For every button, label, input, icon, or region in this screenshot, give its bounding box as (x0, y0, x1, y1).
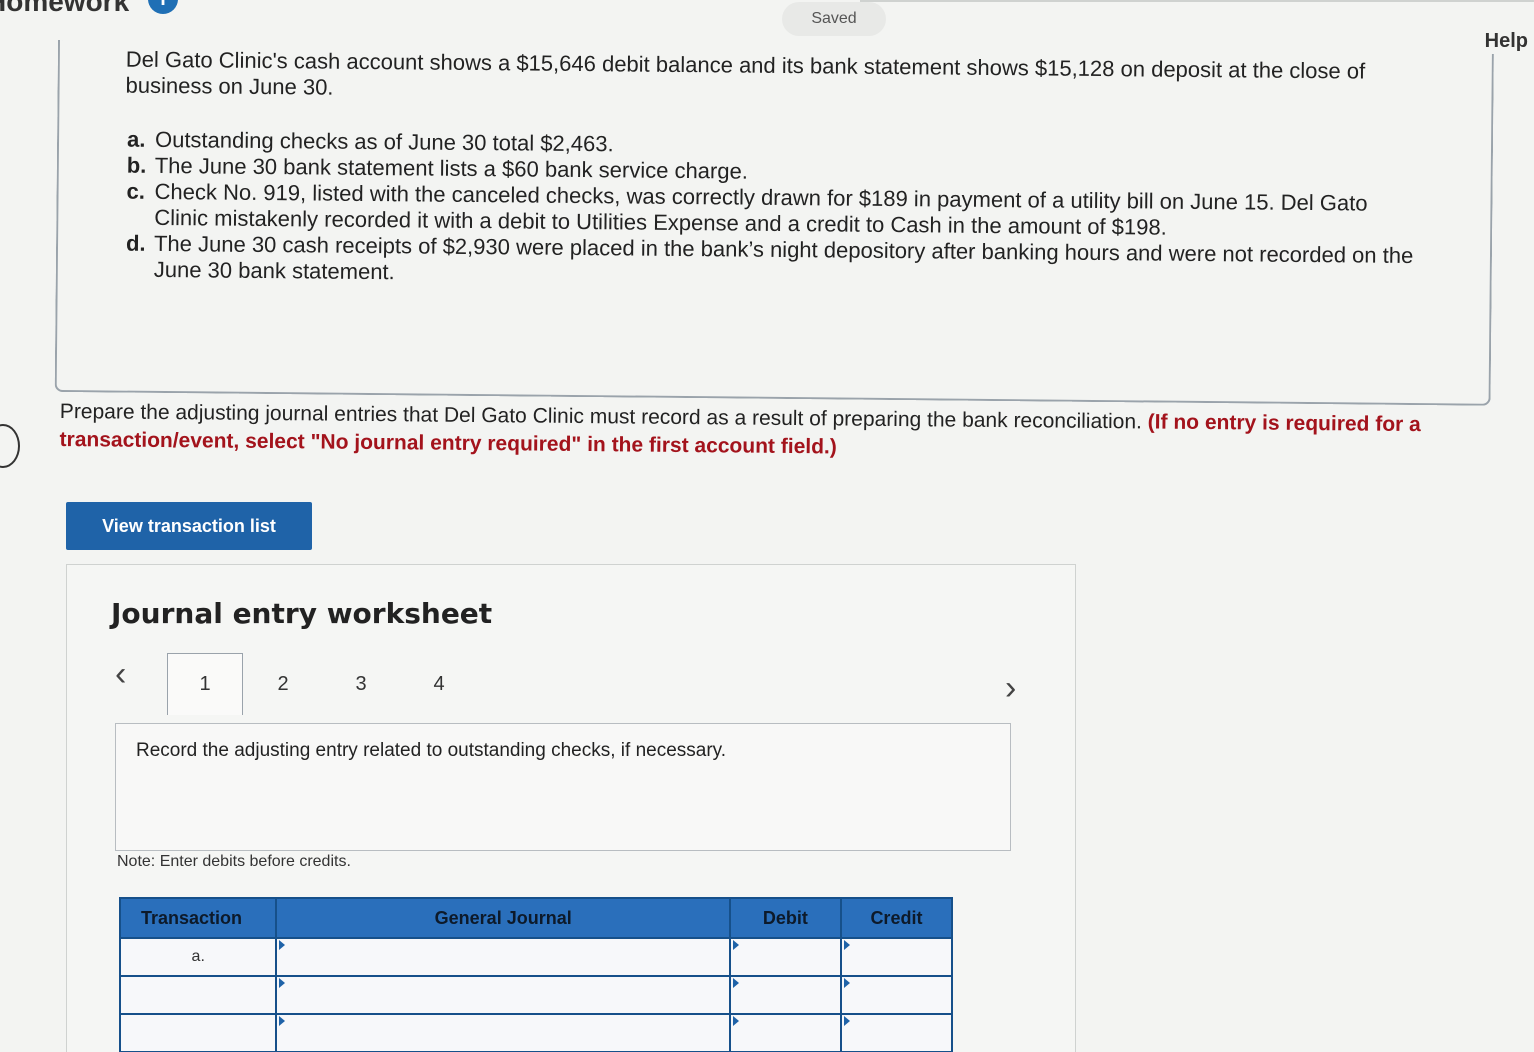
top-divider (860, 0, 1534, 2)
credit-input[interactable] (841, 1015, 951, 1051)
dropdown-caret-icon (279, 1016, 286, 1026)
credit-cell[interactable] (839, 1013, 954, 1052)
saved-status: Saved (782, 2, 886, 36)
problem-text: Del Gato Clinic's cash account shows a $… (124, 47, 1426, 295)
dropdown-caret-icon (732, 978, 739, 988)
account-select[interactable] (277, 977, 729, 1013)
header-transaction: Transaction (118, 897, 278, 939)
debit-cell[interactable] (728, 1013, 842, 1052)
prompt-box: Record the adjusting entry related to ou… (115, 723, 1011, 851)
instruction-text: Prepare the adjusting journal entries th… (59, 399, 1143, 434)
item-label: d. (125, 230, 146, 256)
prompt-text: Record the adjusting entry related to ou… (136, 740, 727, 761)
item-label: b. (126, 152, 147, 178)
debit-cell[interactable] (728, 937, 842, 977)
header-general-journal: General Journal (275, 897, 731, 939)
worksheet-title: Journal entry worksheet (111, 597, 493, 630)
debit-input[interactable] (730, 1015, 840, 1051)
note-text: Note: Enter debits before credits. (117, 853, 351, 870)
item-text: Check No. 919, listed with the canceled … (154, 178, 1368, 240)
transaction-cell (118, 975, 278, 1015)
problem-box: Del Gato Clinic's cash account shows a $… (54, 40, 1494, 406)
dropdown-caret-icon (279, 940, 286, 950)
app-title: Homework (0, 0, 130, 17)
tab-3[interactable]: 3 (323, 653, 399, 715)
list-item: d. The June 30 cash receipts of $2,930 we… (124, 231, 1424, 295)
instruction: Prepare the adjusting journal entries th… (59, 398, 1459, 467)
item-text: Outstanding checks as of June 30 total $… (154, 126, 614, 157)
problem-intro: Del Gato Clinic's cash account shows a $… (125, 46, 1366, 100)
page: Homework i Saved Help Del Gato Clinic's … (0, 0, 1534, 1052)
dropdown-caret-icon (843, 1016, 850, 1026)
debit-input[interactable] (730, 939, 840, 975)
account-select[interactable] (277, 1015, 729, 1051)
transaction-cell: a. (118, 937, 278, 977)
dropdown-caret-icon (843, 978, 850, 988)
account-cell[interactable] (275, 975, 731, 1015)
table-row: a. (118, 937, 954, 977)
dropdown-caret-icon (732, 940, 739, 950)
dropdown-caret-icon (279, 978, 286, 988)
item-label: c. (126, 178, 146, 204)
credit-cell[interactable] (839, 937, 954, 977)
credit-input[interactable] (841, 977, 951, 1013)
account-cell[interactable] (275, 1013, 731, 1052)
tab-4[interactable]: 4 (401, 653, 477, 715)
credit-input[interactable] (841, 939, 951, 975)
journal-worksheet: Journal entry worksheet ‹ 1 2 3 4 › Reco… (66, 564, 1076, 1052)
tab-1[interactable]: 1 (167, 653, 243, 715)
chevron-right-icon[interactable]: › (1005, 671, 1016, 705)
item-label: a. (126, 126, 146, 152)
journal-table: Transaction General Journal Debit Credit… (118, 897, 954, 1052)
tab-2[interactable]: 2 (245, 653, 321, 715)
table-header-row: Transaction General Journal Debit Credit (118, 897, 954, 939)
transaction-cell (118, 1013, 278, 1052)
debit-cell[interactable] (728, 975, 842, 1015)
view-transaction-list-button[interactable]: View transaction list (66, 502, 312, 550)
dropdown-caret-icon (732, 1016, 739, 1026)
debit-input[interactable] (730, 977, 840, 1013)
header-debit: Debit (728, 897, 842, 939)
side-tab-icon[interactable] (0, 424, 20, 468)
account-select[interactable] (277, 939, 729, 975)
table-row (118, 1013, 954, 1052)
dropdown-caret-icon (843, 940, 850, 950)
problem-list: a. Outstanding checks as of June 30 total… (124, 127, 1425, 295)
header-credit: Credit (839, 897, 954, 939)
credit-cell[interactable] (839, 975, 954, 1015)
help-link[interactable]: Help (1485, 30, 1528, 53)
table-row (118, 975, 954, 1015)
chevron-left-icon[interactable]: ‹ (115, 657, 126, 691)
info-icon[interactable]: i (148, 0, 178, 14)
account-cell[interactable] (275, 937, 731, 977)
